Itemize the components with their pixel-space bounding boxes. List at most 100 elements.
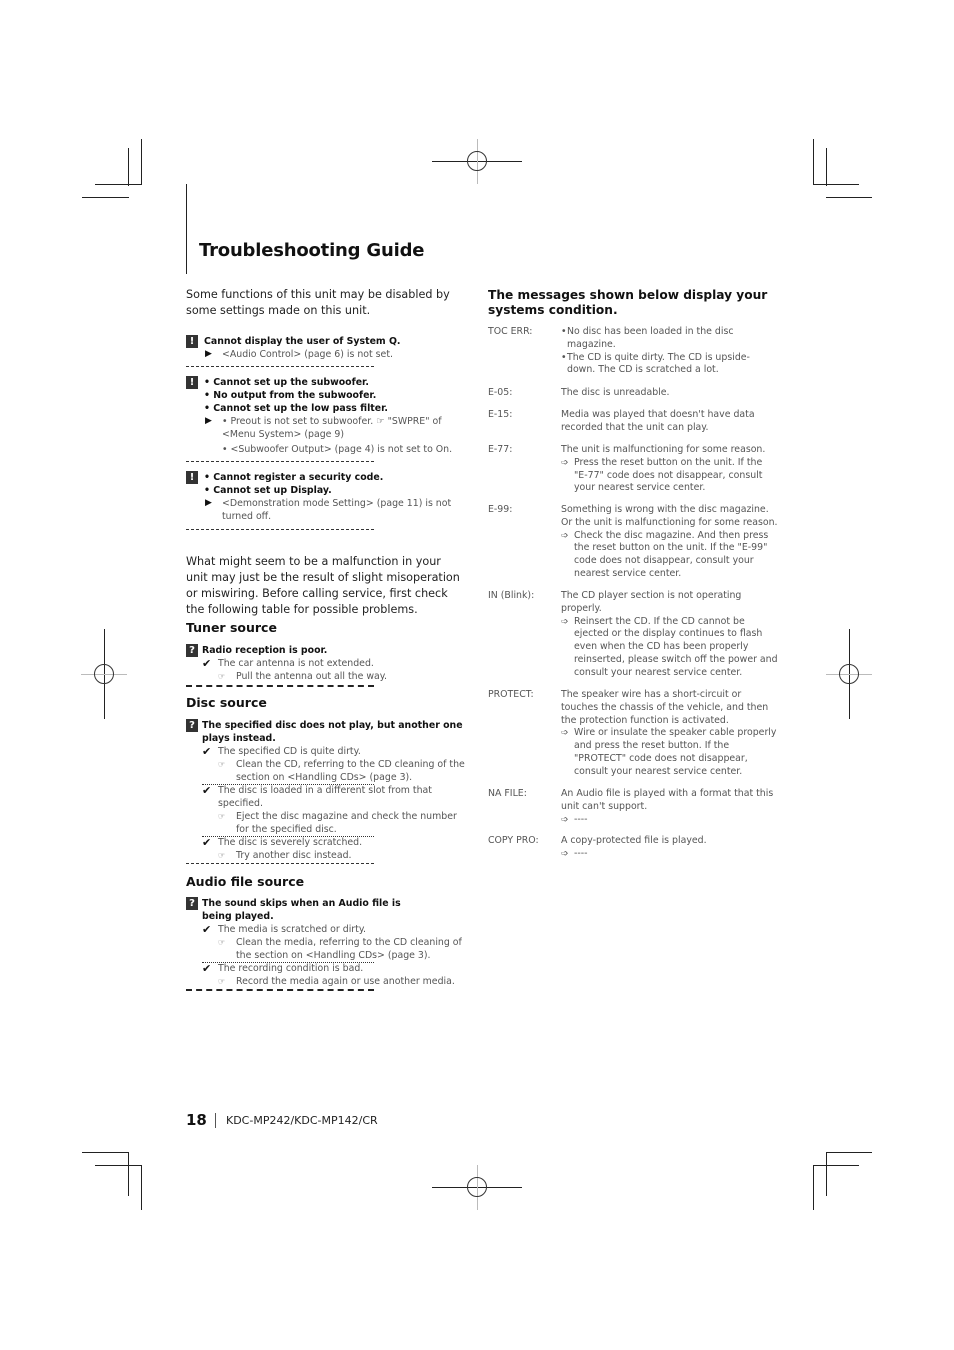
hand-pointer-icon: ☞ <box>218 812 226 821</box>
cause-text: The disc is loaded in a different slot f… <box>218 785 432 809</box>
cause-divider <box>202 784 374 785</box>
warning-heading: • Cannot set up Display. <box>204 485 332 496</box>
remedy-text: Eject the disc magazine and check the nu… <box>236 811 457 835</box>
warning-remedy: • Preout is not set to subwoofer. ☞ "SWP… <box>222 416 442 440</box>
message-desc: Media was played that doesn't have data … <box>561 409 755 433</box>
cause-divider <box>202 962 374 963</box>
message-code: TOC ERR: <box>488 326 533 337</box>
message-item: PROTECT: The speaker wire has a short-ci… <box>488 689 778 779</box>
problem-block: ? The specified disc does not play, but … <box>186 719 468 862</box>
hand-pointer-icon: ☞ <box>218 760 226 769</box>
registration-circle <box>94 664 114 684</box>
message-code: COPY PRO: <box>488 835 539 846</box>
arrow-icon: ➩ <box>561 814 569 825</box>
message-action: Press the reset button on the unit. If t… <box>574 456 763 494</box>
check-icon: ✔ <box>202 962 212 975</box>
message-code: E-77: <box>488 444 513 455</box>
triangle-icon: ▶ <box>205 416 212 426</box>
message-code: NA FILE: <box>488 788 527 799</box>
problem-title: The sound skips when an Audio file is be… <box>202 898 401 922</box>
message-action: Reinsert the CD. If the CD cannot be eje… <box>574 615 778 678</box>
page-title: Troubleshooting Guide <box>199 240 425 261</box>
arrow-icon: ➩ <box>561 848 569 859</box>
cause-text: The disc is severely scratched. <box>218 837 363 848</box>
remedy-text: Clean the CD, referring to the CD cleani… <box>236 759 465 783</box>
hand-pointer-icon: ☞ <box>218 851 226 860</box>
message-desc: The CD player section is not operating p… <box>561 590 742 614</box>
message-code: E-15: <box>488 409 513 420</box>
hand-pointer-icon: ☞ <box>218 672 226 681</box>
cause-text: The car antenna is not extended. <box>218 658 374 669</box>
problem-block: ? The sound skips when an Audio file is … <box>186 897 468 988</box>
message-item: E-99: Something is wrong with the disc m… <box>488 504 778 581</box>
message-desc: The speaker wire has a short-circuit or … <box>561 689 769 726</box>
section-heading-tuner: Tuner source <box>186 620 277 635</box>
exclamation-icon: ! <box>186 335 198 348</box>
question-icon: ? <box>186 719 198 732</box>
message-action: ---- <box>574 847 588 859</box>
crop-mark <box>82 1152 129 1153</box>
crop-mark <box>813 139 814 184</box>
messages-heading: The messages shown below display your sy… <box>488 288 768 317</box>
footer-separator <box>215 1113 216 1128</box>
triangle-icon: ▶ <box>205 498 212 508</box>
cause-divider <box>202 836 374 837</box>
message-bullet: No disc has been loaded in the disc maga… <box>561 326 778 352</box>
message-item: COPY PRO: A copy-protected file is playe… <box>488 835 778 861</box>
crop-mark <box>826 197 872 198</box>
warning-heading: • No output from the subwoofer. <box>204 390 377 401</box>
exclamation-icon: ! <box>186 376 198 389</box>
message-desc: The unit is malfunctioning for some reas… <box>561 444 766 455</box>
warning-heading: • Cannot set up the subwoofer. <box>204 377 369 388</box>
warning-block: ! • Cannot register a security code. • C… <box>186 471 466 523</box>
remedy-text: Clean the media, referring to the CD cle… <box>236 937 462 961</box>
remedy-text: Record the media again or use another me… <box>236 976 455 987</box>
message-bullet: The CD is quite dirty. The CD is upside-… <box>561 352 778 378</box>
crop-mark <box>128 1152 129 1196</box>
cause-text: The specified CD is quite dirty. <box>218 746 361 757</box>
message-code: PROTECT: <box>488 689 534 700</box>
title-rule <box>186 184 187 274</box>
warning-block: ! Cannot display the user of System Q. ▶… <box>186 335 466 361</box>
warning-heading: • Cannot register a security code. <box>204 472 384 483</box>
warning-heading: • Cannot set up the low pass filter. <box>204 403 388 414</box>
intro-text: Some functions of this unit may be disab… <box>186 288 450 317</box>
crop-mark <box>128 148 129 186</box>
crop-mark <box>826 1152 872 1153</box>
page-number: 18 <box>186 1111 207 1129</box>
problem-title: The specified disc does not play, but an… <box>202 720 463 744</box>
divider <box>186 685 374 687</box>
message-item: IN (Blink): The CD player section is not… <box>488 590 778 680</box>
divider <box>186 529 374 530</box>
crop-mark <box>826 148 827 186</box>
message-desc: Something is wrong with the disc magazin… <box>561 504 778 528</box>
model-name: KDC-MP242/KDC-MP142/CR <box>226 1114 378 1127</box>
check-icon: ✔ <box>202 836 212 849</box>
crop-mark <box>813 1165 859 1166</box>
question-icon: ? <box>186 644 198 657</box>
message-item: NA FILE: An Audio file is played with a … <box>488 788 778 826</box>
warning-remedy: <Demonstration mode Setting> (page 11) i… <box>222 498 452 522</box>
message-item: TOC ERR: No disc has been loaded in the … <box>488 326 778 377</box>
check-icon: ✔ <box>202 923 212 936</box>
arrow-icon: ➩ <box>561 530 569 541</box>
warning-block: ! • Cannot set up the subwoofer. • No ou… <box>186 376 466 456</box>
message-item: E-77: The unit is malfunctioning for som… <box>488 444 778 495</box>
message-item: E-05: The disc is unreadable. <box>488 387 778 400</box>
crop-mark <box>813 184 859 185</box>
problem-block: ? Radio reception is poor. ✔ The car ante… <box>186 644 468 683</box>
message-code: IN (Blink): <box>488 590 535 601</box>
exclamation-icon: ! <box>186 471 198 484</box>
divider <box>186 989 374 991</box>
message-item: E-15: Media was played that doesn't have… <box>488 409 778 435</box>
registration-circle <box>839 664 859 684</box>
message-action: ---- <box>574 813 588 825</box>
hand-pointer-icon: ☞ <box>218 977 226 986</box>
question-icon: ? <box>186 897 198 910</box>
warning-remedy: <Audio Control> (page 6) is not set. <box>222 349 393 360</box>
message-desc: A copy-protected file is played. <box>561 835 707 846</box>
remedy-text: Pull the antenna out all the way. <box>236 671 387 682</box>
section-heading-disc: Disc source <box>186 695 267 710</box>
arrow-icon: ➩ <box>561 616 569 627</box>
registration-circle <box>467 1177 487 1197</box>
